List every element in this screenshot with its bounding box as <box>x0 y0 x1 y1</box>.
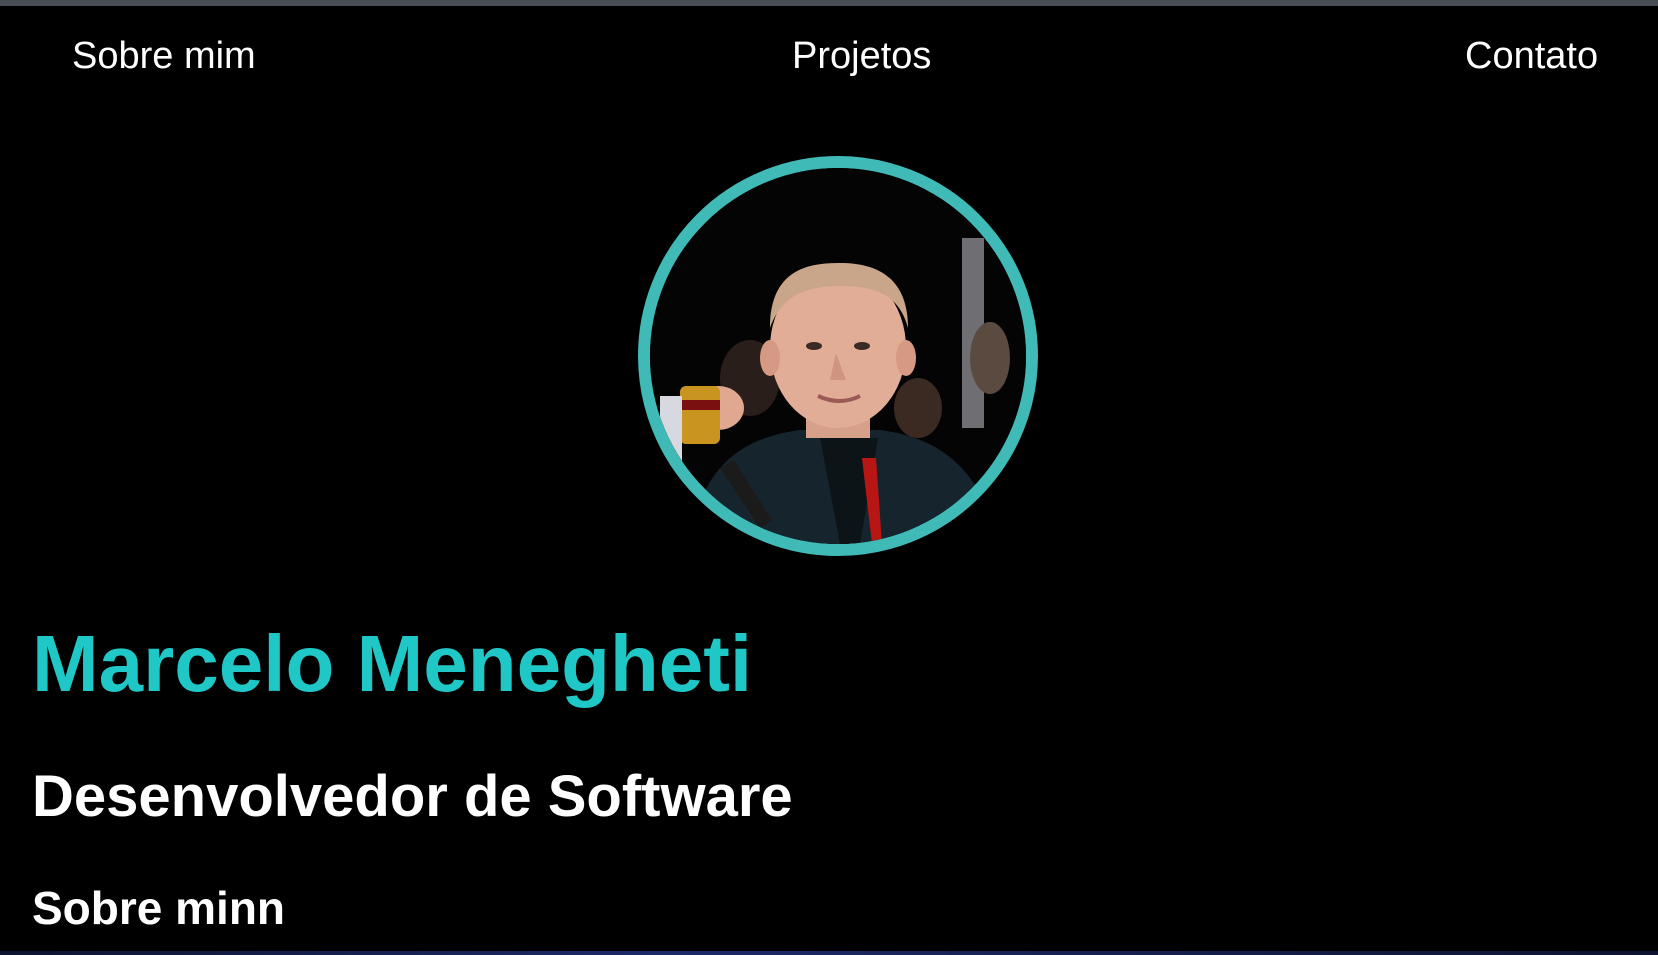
profile-name: Marcelo Menegheti <box>32 619 753 708</box>
nav-link-about[interactable]: Sobre mim <box>72 28 256 84</box>
profile-role: Desenvolvedor de Software <box>32 764 793 829</box>
nav-link-contact[interactable]: Contato <box>1465 28 1598 84</box>
window-bottom-border <box>0 951 1658 955</box>
nav-link-projects[interactable]: Projetos <box>792 28 931 84</box>
window-top-border <box>0 0 1658 6</box>
profile-photo <box>650 168 1026 544</box>
profile-avatar <box>638 156 1038 556</box>
section-title-about: Sobre minn <box>32 882 286 934</box>
top-navigation: Sobre mim Projetos Contato <box>0 28 1658 84</box>
